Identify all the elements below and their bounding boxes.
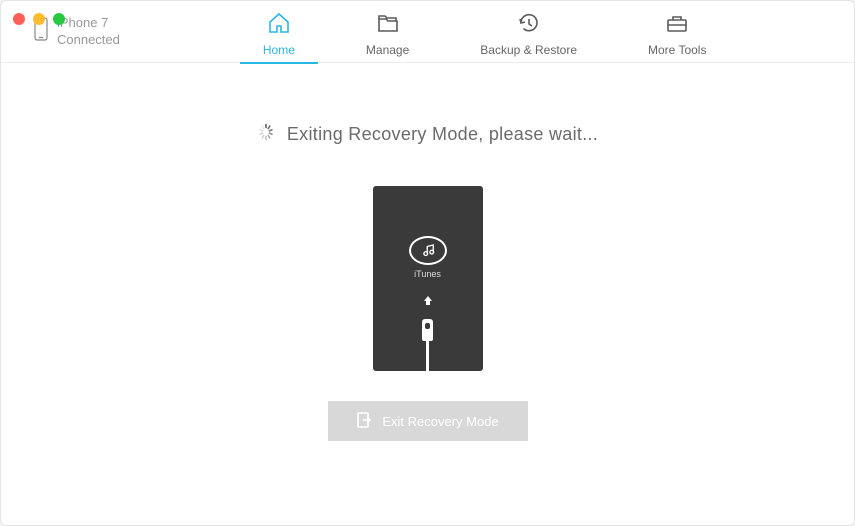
window-controls	[13, 13, 65, 25]
exit-recovery-button[interactable]: Exit Recovery Mode	[328, 401, 528, 441]
home-icon	[267, 12, 291, 39]
tab-label: Home	[263, 43, 295, 57]
tab-manage[interactable]: Manage	[358, 1, 417, 63]
spinner-icon	[257, 123, 275, 146]
device-connection-status: Connected	[57, 32, 120, 49]
restore-icon	[517, 12, 541, 39]
phone-recovery-graphic: iTunes	[373, 186, 483, 371]
nav-tabs: Home Manage	[255, 1, 715, 63]
header-bar: iPhone 7 Connected Home	[1, 1, 854, 63]
arrow-up-icon	[422, 293, 434, 311]
main-content: Exiting Recovery Mode, please wait... iT…	[1, 63, 854, 441]
tab-label: More Tools	[648, 43, 706, 57]
itunes-icon	[409, 236, 447, 265]
folder-icon	[376, 12, 400, 39]
itunes-label: iTunes	[414, 269, 441, 279]
close-button[interactable]	[13, 13, 25, 25]
cable-line	[426, 341, 429, 371]
minimize-button[interactable]	[33, 13, 45, 25]
tab-more-tools[interactable]: More Tools	[640, 1, 714, 63]
cable-connector	[422, 319, 433, 341]
exit-button-label: Exit Recovery Mode	[382, 414, 498, 429]
tab-label: Backup & Restore	[480, 43, 577, 57]
status-message: Exiting Recovery Mode, please wait...	[287, 124, 598, 145]
toolbox-icon	[665, 12, 689, 39]
device-name: iPhone 7	[57, 15, 120, 32]
app-window: iPhone 7 Connected Home	[0, 0, 855, 526]
tab-home[interactable]: Home	[255, 1, 303, 63]
exit-icon	[356, 411, 372, 432]
tab-backup-restore[interactable]: Backup & Restore	[472, 1, 585, 63]
status-line: Exiting Recovery Mode, please wait...	[257, 123, 598, 146]
maximize-button[interactable]	[53, 13, 65, 25]
tab-label: Manage	[366, 43, 409, 57]
